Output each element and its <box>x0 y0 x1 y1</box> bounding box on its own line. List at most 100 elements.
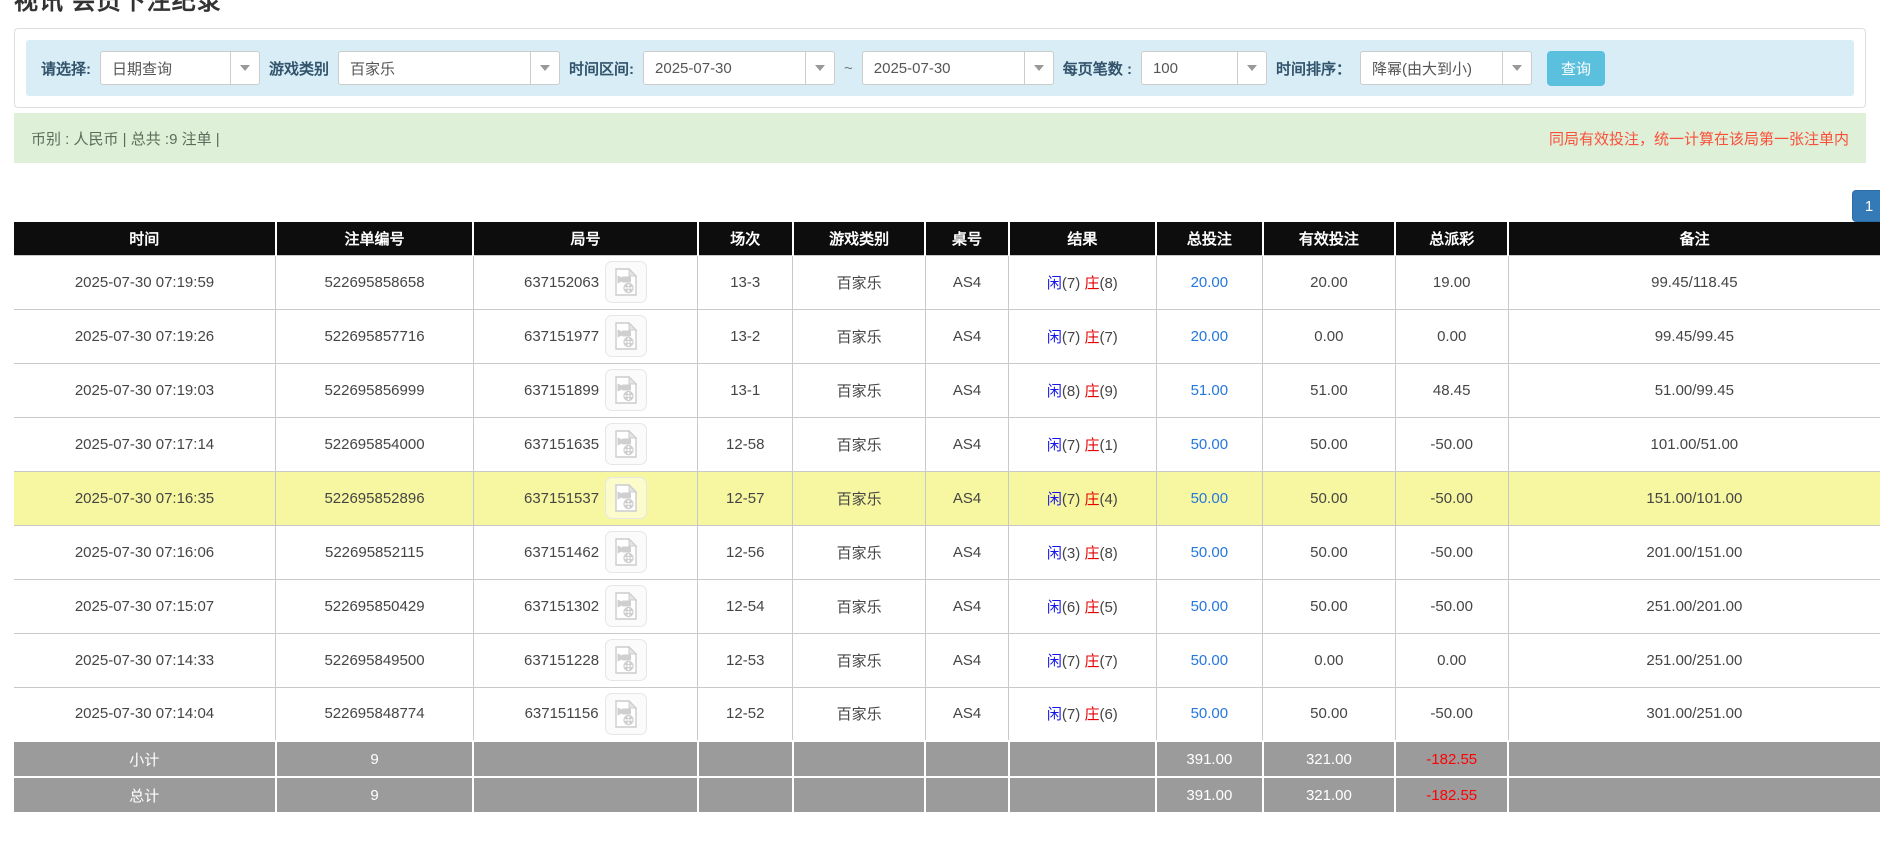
bet-id-cell: 522695850429 <box>275 578 474 634</box>
game-type-label: 游戏类别 <box>269 60 330 78</box>
page-size-select[interactable]: 100 <box>1140 51 1267 85</box>
bet-id-cell: 522695849500 <box>275 632 474 688</box>
total-bet-cell: 51.00 <box>1155 362 1264 418</box>
total-bet-link[interactable]: 50.00 <box>1191 705 1229 722</box>
time-cell: 2025-07-30 07:19:03 <box>14 362 276 418</box>
page: 视讯 会员下注纪录 请选择: 日期查询 游戏类别 百家乐 时间区间: 2025-… <box>0 0 1880 845</box>
banker-result-label: 庄 <box>1084 652 1100 670</box>
video-replay-icon[interactable] <box>604 692 647 735</box>
video-replay-icon[interactable] <box>605 261 648 303</box>
date-range-separator: ~ <box>844 59 853 77</box>
date-to-picker[interactable]: 2025-07-30 <box>861 51 1054 85</box>
total-payout: -182.55 <box>1394 776 1510 814</box>
banker-result-label: 庄 <box>1084 274 1100 292</box>
date-to-value: 2025-07-30 <box>873 59 951 77</box>
caret-down-icon[interactable] <box>230 52 259 84</box>
banker-result-score: (6) <box>1099 706 1118 724</box>
table-no-cell: AS4 <box>924 254 1010 310</box>
video-replay-icon[interactable] <box>605 639 648 681</box>
game-type-cell: 百家乐 <box>792 416 926 472</box>
page-size-value: 100 <box>1152 59 1178 77</box>
game-type-select[interactable]: 百家乐 <box>338 51 561 85</box>
player-result-label: 闲 <box>1046 490 1062 508</box>
bet-id-cell: 522695852115 <box>275 524 474 580</box>
banker-result-score: (7) <box>1099 652 1118 670</box>
remark-cell: 99.45/118.45 <box>1507 254 1880 310</box>
banker-result-score: (8) <box>1099 544 1118 562</box>
table-no-cell: AS4 <box>924 416 1010 472</box>
video-replay-icon[interactable] <box>605 315 648 357</box>
session-cell: 12-52 <box>697 686 794 742</box>
banker-result-label: 庄 <box>1084 598 1100 616</box>
video-replay-icon[interactable] <box>605 369 648 411</box>
caret-down-icon[interactable] <box>805 52 834 84</box>
time-cell: 2025-07-30 07:15:07 <box>14 578 276 634</box>
video-replay-icon[interactable] <box>605 585 648 627</box>
subtotal-label: 小计 <box>14 740 277 778</box>
total-bet-link[interactable]: 50.00 <box>1191 436 1229 453</box>
query-type-select[interactable]: 日期查询 <box>100 51 260 85</box>
result-cell: 闲(7) 庄(7) <box>1008 308 1157 364</box>
select-type-label: 请选择: <box>41 60 91 78</box>
caret-down-icon[interactable] <box>1236 52 1266 84</box>
header-session: 场次 <box>696 222 794 255</box>
pagination-page-1[interactable]: 1 <box>1852 190 1880 222</box>
table-no-cell: AS4 <box>924 524 1010 580</box>
valid-bet-note: 同局有效投注，统一计算在该局第一张注单内 <box>1548 130 1849 148</box>
total-bet-link[interactable]: 50.00 <box>1191 490 1229 507</box>
player-result-label: 闲 <box>1046 382 1062 400</box>
remark-cell: 201.00/151.00 <box>1507 524 1880 580</box>
payout-cell: -50.00 <box>1394 524 1509 580</box>
remark-cell: 51.00/99.45 <box>1507 362 1880 418</box>
date-from-value: 2025-07-30 <box>655 59 732 77</box>
date-from-picker[interactable]: 2025-07-30 <box>643 51 836 85</box>
caret-down-icon[interactable] <box>1501 52 1531 84</box>
search-button[interactable]: 查询 <box>1546 50 1605 86</box>
video-replay-icon[interactable] <box>605 477 648 519</box>
payout-cell: -50.00 <box>1394 470 1509 526</box>
total-bet-link[interactable]: 50.00 <box>1191 652 1229 669</box>
caret-down-icon[interactable] <box>1023 52 1053 84</box>
video-replay-icon[interactable] <box>605 531 648 573</box>
total-bet-link[interactable]: 51.00 <box>1191 382 1229 399</box>
valid-bet-cell: 50.00 <box>1262 578 1396 634</box>
result-cell: 闲(7) 庄(7) <box>1008 632 1157 688</box>
total-bet-link[interactable]: 50.00 <box>1191 598 1229 615</box>
total-bet-cell: 50.00 <box>1155 470 1264 526</box>
header-valid-bet: 有效投注 <box>1261 222 1397 255</box>
total-valid-bet: 321.00 <box>1261 776 1397 814</box>
round-id-value: 637151899 <box>524 381 600 399</box>
banker-result-score: (9) <box>1099 382 1118 400</box>
table-no-cell: AS4 <box>924 308 1010 364</box>
total-bet-cell: 20.00 <box>1155 308 1264 364</box>
banker-result-score: (4) <box>1099 490 1118 508</box>
total-bet-link[interactable]: 20.00 <box>1191 274 1229 291</box>
table-row: 2025-07-30 07:19:26 522695857716 6371519… <box>14 308 1880 364</box>
total-bet-link[interactable]: 20.00 <box>1191 328 1229 345</box>
remark-cell: 251.00/201.00 <box>1507 578 1880 634</box>
result-cell: 闲(7) 庄(1) <box>1008 416 1157 472</box>
table-header-row: 时间 注单编号 局号 场次 游戏类别 桌号 结果 总投注 有效投注 总派彩 备注 <box>14 222 1880 255</box>
session-cell: 13-1 <box>697 362 794 418</box>
table-row: 2025-07-30 07:19:59 522695858658 6371520… <box>14 254 1880 310</box>
caret-down-icon[interactable] <box>530 52 559 84</box>
player-result-score: (3) <box>1061 544 1081 562</box>
header-bet-id: 注单编号 <box>274 222 475 255</box>
page-title-clip: 视讯 会员下注纪录 <box>14 0 1880 15</box>
player-result-score: (6) <box>1061 598 1081 616</box>
player-result-label: 闲 <box>1046 652 1062 670</box>
subtotal-row: 小计 9 391.00 321.00 -182.55 <box>14 740 1880 778</box>
valid-bet-cell: 0.00 <box>1262 632 1396 688</box>
player-result-score: (7) <box>1061 706 1081 724</box>
table-row: 2025-07-30 07:15:07 522695850429 6371513… <box>14 578 1880 634</box>
result-cell: 闲(6) 庄(5) <box>1008 578 1157 634</box>
player-result-label: 闲 <box>1046 436 1062 454</box>
player-result-score: (7) <box>1061 490 1081 508</box>
sort-select[interactable]: 降幂(由大到小) <box>1359 51 1532 85</box>
player-result-label: 闲 <box>1046 598 1062 616</box>
time-cell: 2025-07-30 07:19:59 <box>14 254 276 310</box>
video-replay-icon[interactable] <box>605 423 648 465</box>
total-bet-link[interactable]: 50.00 <box>1191 544 1229 561</box>
time-cell: 2025-07-30 07:16:35 <box>14 470 276 526</box>
round-id-cell: 637151635 <box>472 416 699 472</box>
